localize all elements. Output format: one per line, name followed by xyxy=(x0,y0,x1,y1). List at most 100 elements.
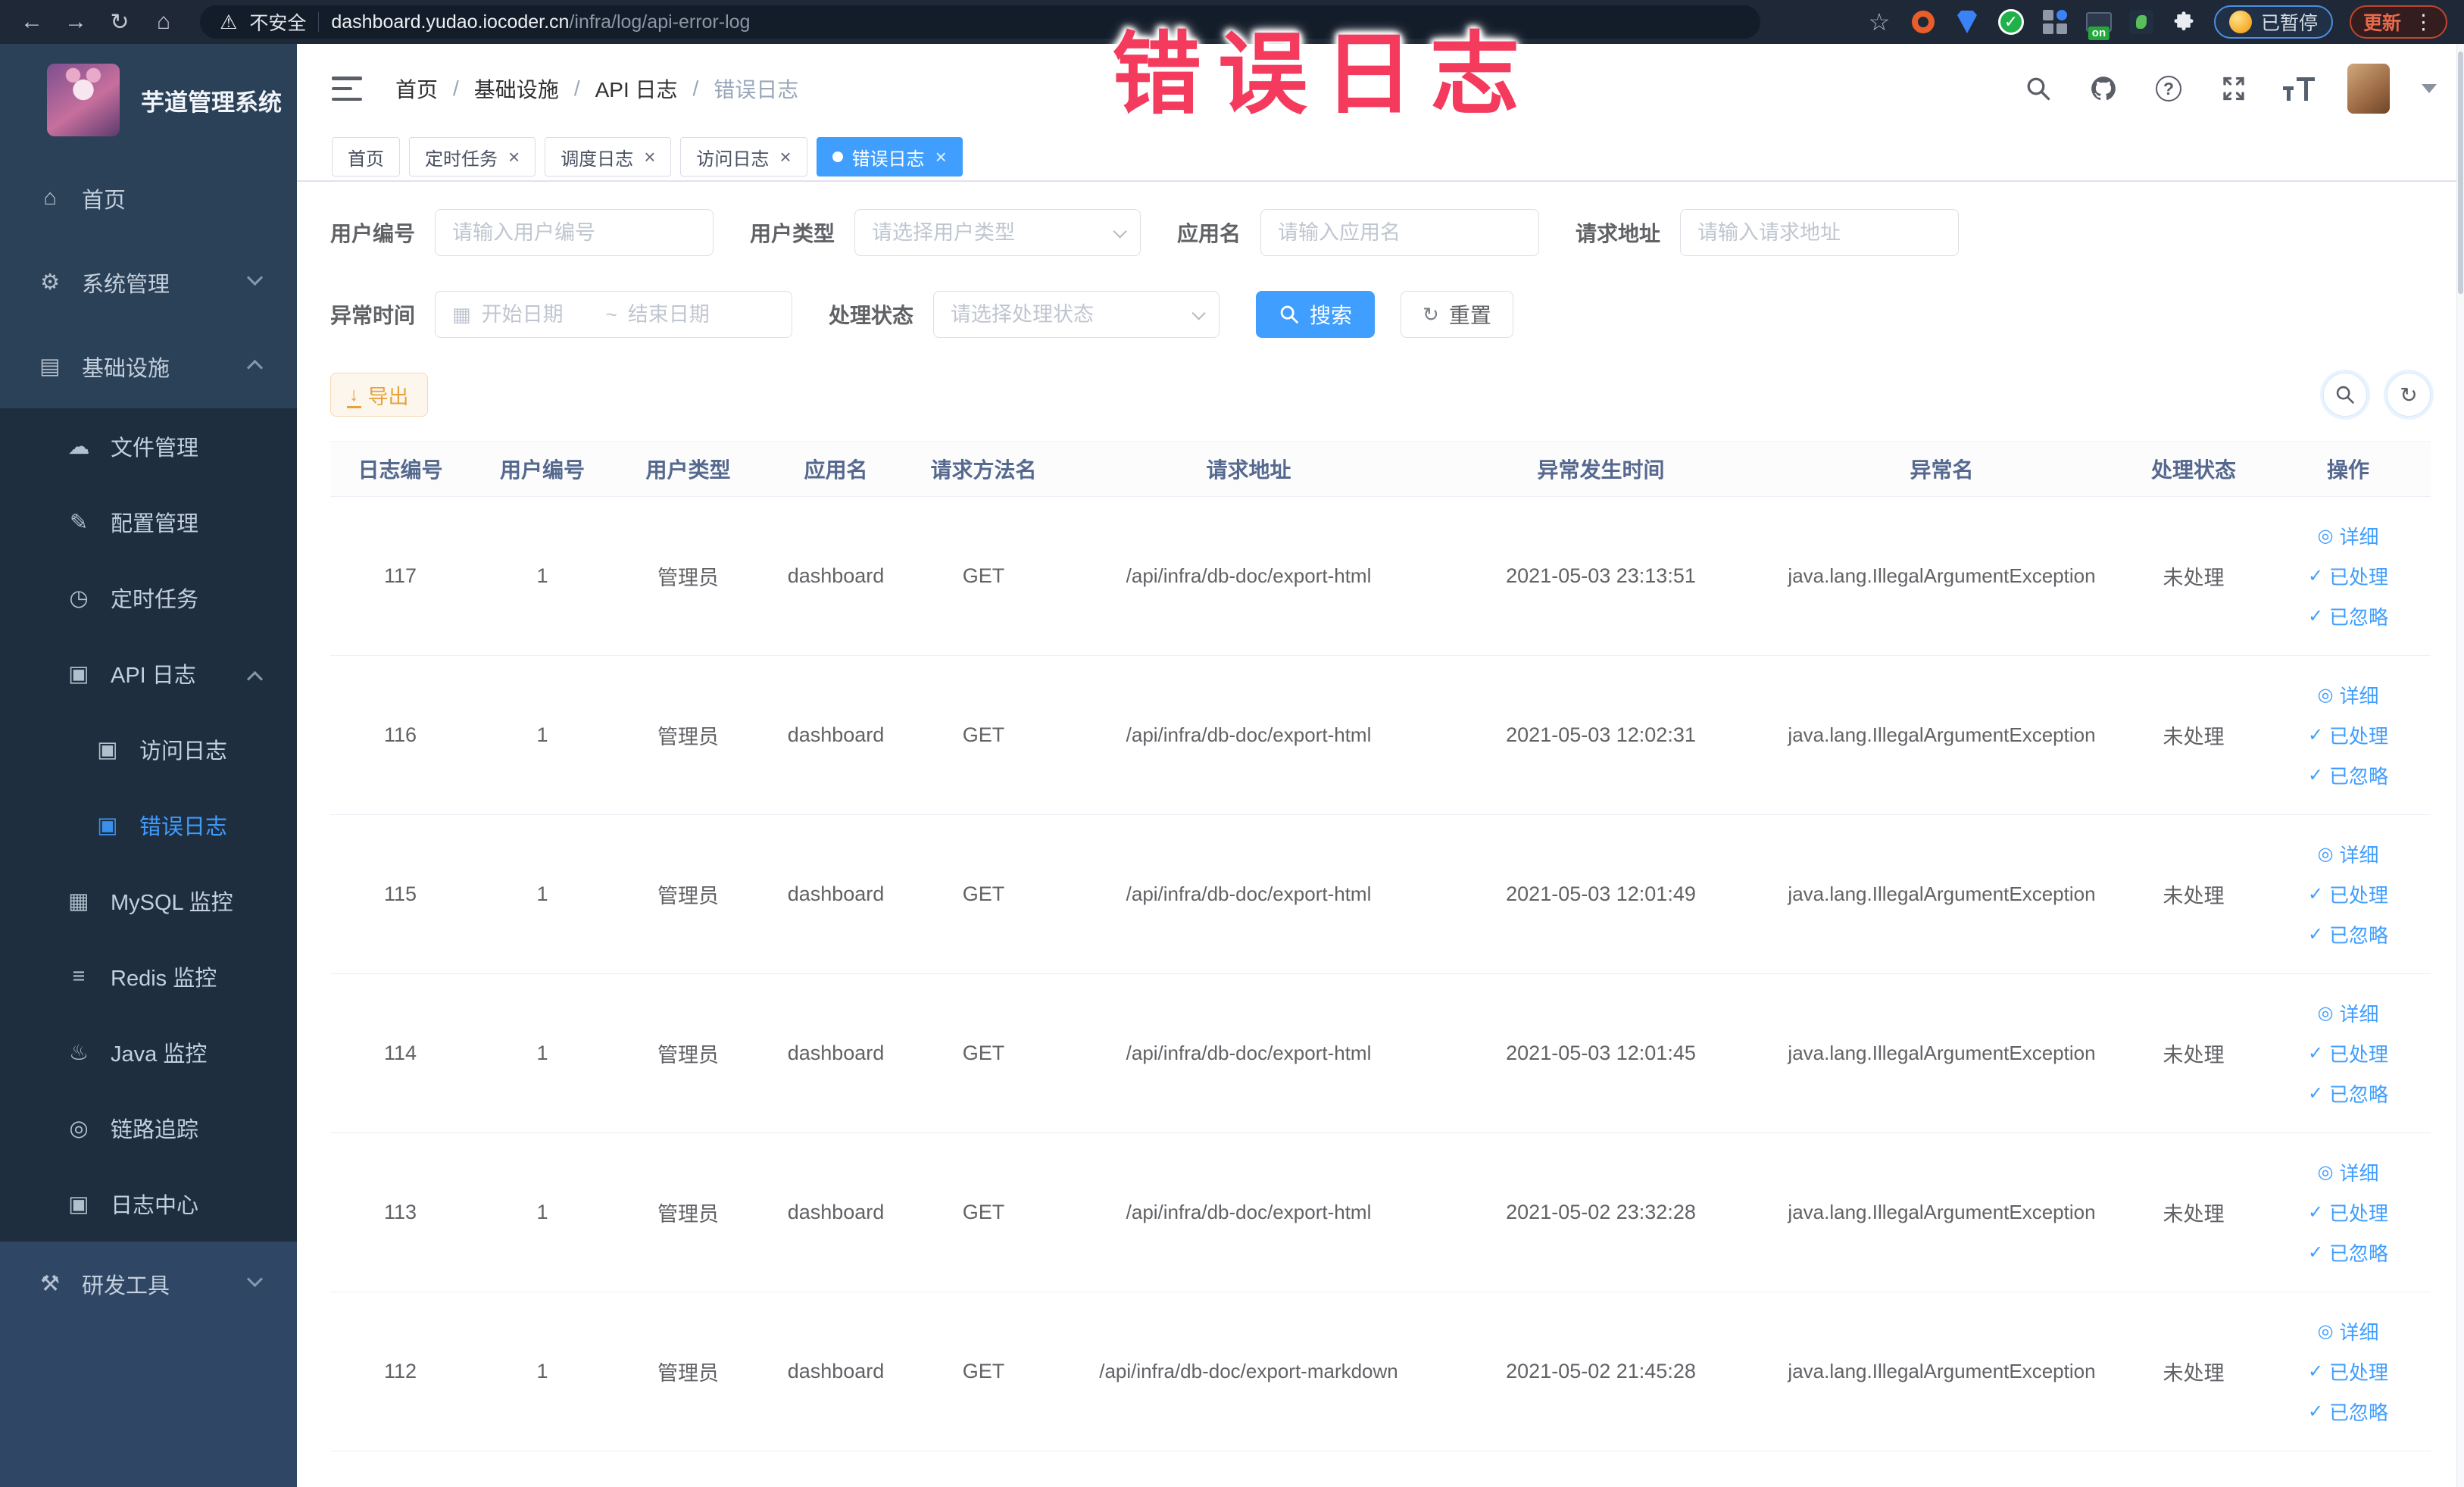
extension-icon-orange[interactable] xyxy=(1910,8,1937,36)
action-已处理[interactable]: ✓ 已处理 xyxy=(2308,880,2388,908)
sidebar-item-dev-tools[interactable]: ⚒ 研发工具 xyxy=(0,1242,297,1326)
eye-icon: ◎ xyxy=(2317,685,2334,705)
user-avatar[interactable] xyxy=(2347,64,2390,114)
action-详细[interactable]: ◎ 详细 xyxy=(2318,999,2379,1027)
sidebar-item-mysql-monitor[interactable]: ▦ MySQL 监控 xyxy=(0,863,297,939)
end-date-input[interactable] xyxy=(627,302,742,326)
action-已处理[interactable]: ✓ 已处理 xyxy=(2308,1198,2388,1226)
sidebar-item-home[interactable]: ⌂ 首页 xyxy=(0,156,297,240)
breadcrumb-item[interactable]: API 日志 xyxy=(595,73,678,104)
action-已处理[interactable]: ✓ 已处理 xyxy=(2308,1357,2388,1385)
sidebar-item-redis-monitor[interactable]: ≡ Redis 监控 xyxy=(0,939,297,1014)
request-url-input[interactable] xyxy=(1697,220,1942,245)
sidebar-item-access-log[interactable]: ▣ 访问日志 xyxy=(0,711,297,787)
close-icon[interactable]: × xyxy=(935,145,947,169)
extensions-puzzle-icon[interactable] xyxy=(2170,8,2197,36)
sidebar-item-system-mgmt[interactable]: ⚙ 系统管理 xyxy=(0,240,297,324)
user-type-select-input[interactable] xyxy=(872,220,1114,245)
github-icon[interactable] xyxy=(2087,72,2120,105)
menu-tools-icon: ⚒ xyxy=(40,1272,60,1296)
menu-file-icon: ☁ xyxy=(67,434,90,459)
reset-button-label: 重置 xyxy=(1448,304,1491,327)
action-详细[interactable]: ◎ 详细 xyxy=(2318,681,2379,709)
close-icon[interactable]: × xyxy=(508,145,520,169)
browser-home-icon[interactable]: ⌂ xyxy=(144,5,183,39)
cell-method: GET xyxy=(962,1360,1005,1382)
process-status-select[interactable] xyxy=(933,291,1220,338)
start-date-input[interactable] xyxy=(481,302,595,326)
tab-cron-job[interactable]: 定时任务 × xyxy=(409,137,536,177)
search-toggle-button[interactable] xyxy=(2323,373,2367,417)
sidebar-item-trace[interactable]: ◎ 链路追踪 xyxy=(0,1090,297,1166)
user-id-input[interactable] xyxy=(452,220,697,245)
font-size-icon[interactable] xyxy=(2282,72,2316,105)
extension-icon-switch[interactable]: on xyxy=(2085,8,2113,40)
help-icon[interactable]: ? xyxy=(2152,72,2185,105)
sidebar-item-file-mgmt[interactable]: ☁ 文件管理 xyxy=(0,408,297,484)
sidebar-item-api-log[interactable]: ▣ API 日志 xyxy=(0,636,297,711)
extension-icon-grid[interactable] xyxy=(2041,8,2069,36)
update-button[interactable]: 更新 ⋮ xyxy=(2349,5,2447,39)
reset-button[interactable]: ↻ 重置 xyxy=(1401,291,1513,338)
action-已处理[interactable]: ✓ 已处理 xyxy=(2308,562,2388,590)
cell-time: 2021-05-03 12:01:49 xyxy=(1506,883,1696,905)
sidebar-item-cron-job[interactable]: ◷ 定时任务 xyxy=(0,560,297,636)
browser-menu-icon[interactable]: ⋮ xyxy=(2413,11,2434,34)
action-已处理[interactable]: ✓ 已处理 xyxy=(2308,721,2388,749)
action-已忽略[interactable]: ✓ 已忽略 xyxy=(2308,1239,2388,1267)
close-icon[interactable]: × xyxy=(779,145,791,169)
scrollbar-thumb[interactable] xyxy=(2458,52,2463,294)
action-详细[interactable]: ◎ 详细 xyxy=(2318,522,2379,550)
search-button[interactable]: 搜索 xyxy=(1256,291,1376,338)
sidebar-item-log-center[interactable]: ▣ 日志中心 xyxy=(0,1166,297,1242)
sidebar-item-java-monitor[interactable]: ♨ Java 监控 xyxy=(0,1014,297,1090)
filter-process-status-label: 处理状态 xyxy=(829,304,914,327)
date-range-picker[interactable]: ▦ ~ xyxy=(435,291,793,338)
bookmark-star-icon[interactable]: ☆ xyxy=(1866,8,1893,36)
window-scrollbar[interactable] xyxy=(2456,44,2464,1487)
action-已忽略[interactable]: ✓ 已忽略 xyxy=(2308,602,2388,630)
refresh-button[interactable]: ↻ xyxy=(2387,373,2431,417)
sidebar-collapse-icon[interactable] xyxy=(332,77,362,101)
cell-user-type: 管理员 xyxy=(657,885,719,908)
export-button[interactable]: ↓ 导出 xyxy=(330,373,428,417)
check-icon: ✓ xyxy=(2307,566,2324,586)
sidebar-item-config-mgmt[interactable]: ✎ 配置管理 xyxy=(0,484,297,560)
extension-icon-shield[interactable] xyxy=(1953,8,1981,36)
column-header: 用户类型 xyxy=(645,458,731,482)
app-name-input[interactable] xyxy=(1278,220,1522,245)
close-icon[interactable]: × xyxy=(644,145,655,169)
fullscreen-icon[interactable] xyxy=(2217,72,2250,105)
extension-icon-plant[interactable] xyxy=(2128,10,2153,34)
browser-forward-icon[interactable]: → xyxy=(56,5,95,39)
address-bar[interactable]: ⚠ 不安全 dashboard.yudao.iocoder.cn/infra/l… xyxy=(200,5,1760,39)
action-详细[interactable]: ◎ 详细 xyxy=(2318,1317,2379,1345)
tab-home[interactable]: 首页 xyxy=(332,137,400,177)
breadcrumb-item[interactable]: 基础设施 xyxy=(474,73,559,104)
eye-icon: ◎ xyxy=(2317,1162,2334,1182)
action-已忽略[interactable]: ✓ 已忽略 xyxy=(2308,1079,2388,1107)
sidebar-logo-row[interactable]: 芋道管理系统 xyxy=(0,44,297,156)
action-已处理[interactable]: ✓ 已处理 xyxy=(2308,1039,2388,1067)
sidebar-item-error-log[interactable]: ▣ 错误日志 xyxy=(0,787,297,863)
browser-back-icon[interactable]: ← xyxy=(12,5,52,39)
extension-icon-green-check[interactable]: ✓ xyxy=(1997,8,2025,36)
tab-schedule-log[interactable]: 调度日志 × xyxy=(545,137,672,177)
action-已忽略[interactable]: ✓ 已忽略 xyxy=(2308,761,2388,789)
paused-badge[interactable]: 已暂停 xyxy=(2213,5,2333,39)
action-已忽略[interactable]: ✓ 已忽略 xyxy=(2308,920,2388,948)
user-type-select[interactable] xyxy=(854,209,1141,256)
check-icon: ✓ xyxy=(2307,924,2324,945)
action-详细[interactable]: ◎ 详细 xyxy=(2318,840,2379,868)
tab-error-log[interactable]: 错误日志 × xyxy=(816,137,963,177)
browser-reload-icon[interactable]: ↻ xyxy=(100,5,139,39)
user-menu-caret-icon[interactable] xyxy=(2422,84,2437,93)
sidebar-item-infra[interactable]: ▤ 基础设施 xyxy=(0,324,297,408)
breadcrumb-item[interactable]: 首页 xyxy=(395,73,438,104)
action-已忽略[interactable]: ✓ 已忽略 xyxy=(2308,1398,2388,1426)
table-header: 日志编号 用户编号 用户类型 应用名 请求方法名 请求地址 异常发生时间 异常名 处理状态 操作 xyxy=(330,441,2431,497)
search-icon[interactable] xyxy=(2022,72,2055,105)
tab-access-log[interactable]: 访问日志 × xyxy=(680,137,807,177)
process-status-select-input[interactable] xyxy=(951,302,1193,326)
action-详细[interactable]: ◎ 详细 xyxy=(2318,1158,2379,1186)
